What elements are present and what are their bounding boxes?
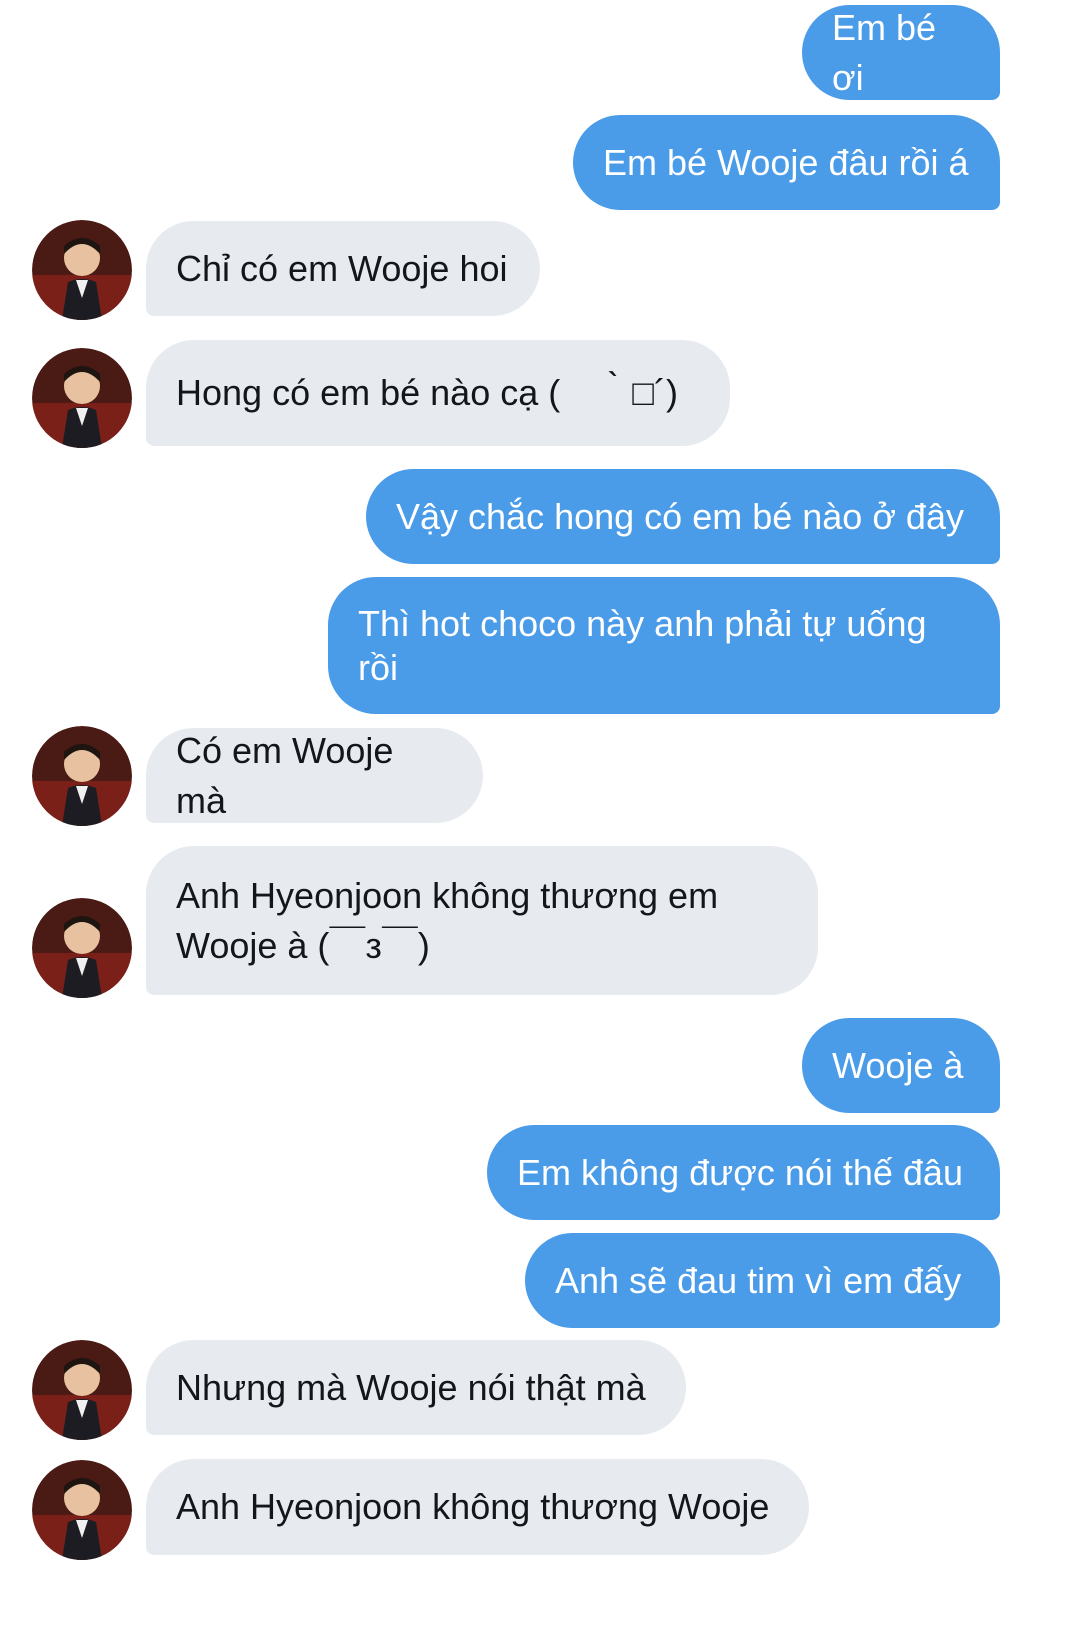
message-text: Hong có em bé nào cạ ( ｀□´) [176,372,678,413]
message-text: Anh Hyeonjoon không thương em Wooje à (￣… [176,874,729,966]
message-bubble-sent[interactable]: Anh sẽ đau tim vì em đấy [525,1233,1000,1328]
message-text: Em không được nói thế đâu [517,1151,963,1193]
message-text: Em bé ơi [832,6,947,98]
message-bubble-received[interactable]: Có em Wooje mà [146,728,483,823]
message-bubble-sent[interactable]: Em bé ơi [802,5,1000,100]
message-bubble-received[interactable]: Chỉ có em Wooje hoi [146,221,540,316]
contact-avatar-icon[interactable] [32,1460,132,1560]
contact-avatar-icon[interactable] [32,220,132,320]
message-bubble-sent[interactable]: Wooje à [802,1018,1000,1113]
message-bubble-sent[interactable]: Vậy chắc hong có em bé nào ở đây [366,469,1000,564]
message-bubble-received[interactable]: Nhưng mà Wooje nói thật mà [146,1340,686,1435]
contact-avatar-icon[interactable] [32,898,132,998]
message-thread: Em bé ơi Em bé Wooje đâu rồi á Chỉ có em… [0,0,1080,1639]
message-bubble-received[interactable]: Anh Hyeonjoon không thương Wooje [146,1459,809,1555]
contact-avatar-icon[interactable] [32,348,132,448]
message-text: Chỉ có em Wooje hoi [176,247,508,289]
message-bubble-sent[interactable]: Thì hot choco này anh phải tự uống rồi [328,577,1000,714]
message-text: Có em Wooje mà [176,729,404,821]
message-text: Anh sẽ đau tim vì em đấy [555,1259,962,1301]
message-text: Thì hot choco này anh phải tự uống rồi [358,602,937,688]
message-text: Wooje à [832,1044,964,1086]
contact-avatar-icon[interactable] [32,1340,132,1440]
contact-avatar-icon[interactable] [32,726,132,826]
message-text: Vậy chắc hong có em bé nào ở đây [396,495,964,537]
message-bubble-sent[interactable]: Em không được nói thế đâu [487,1125,1000,1220]
message-bubble-received[interactable]: Hong có em bé nào cạ ( ｀□´) [146,340,730,446]
message-text: Em bé Wooje đâu rồi á [603,141,969,183]
message-bubble-sent[interactable]: Em bé Wooje đâu rồi á [573,115,1000,210]
message-text: Nhưng mà Wooje nói thật mà [176,1366,646,1408]
message-bubble-received[interactable]: Anh Hyeonjoon không thương em Wooje à (￣… [146,846,818,995]
message-text: Anh Hyeonjoon không thương Wooje [176,1486,770,1527]
